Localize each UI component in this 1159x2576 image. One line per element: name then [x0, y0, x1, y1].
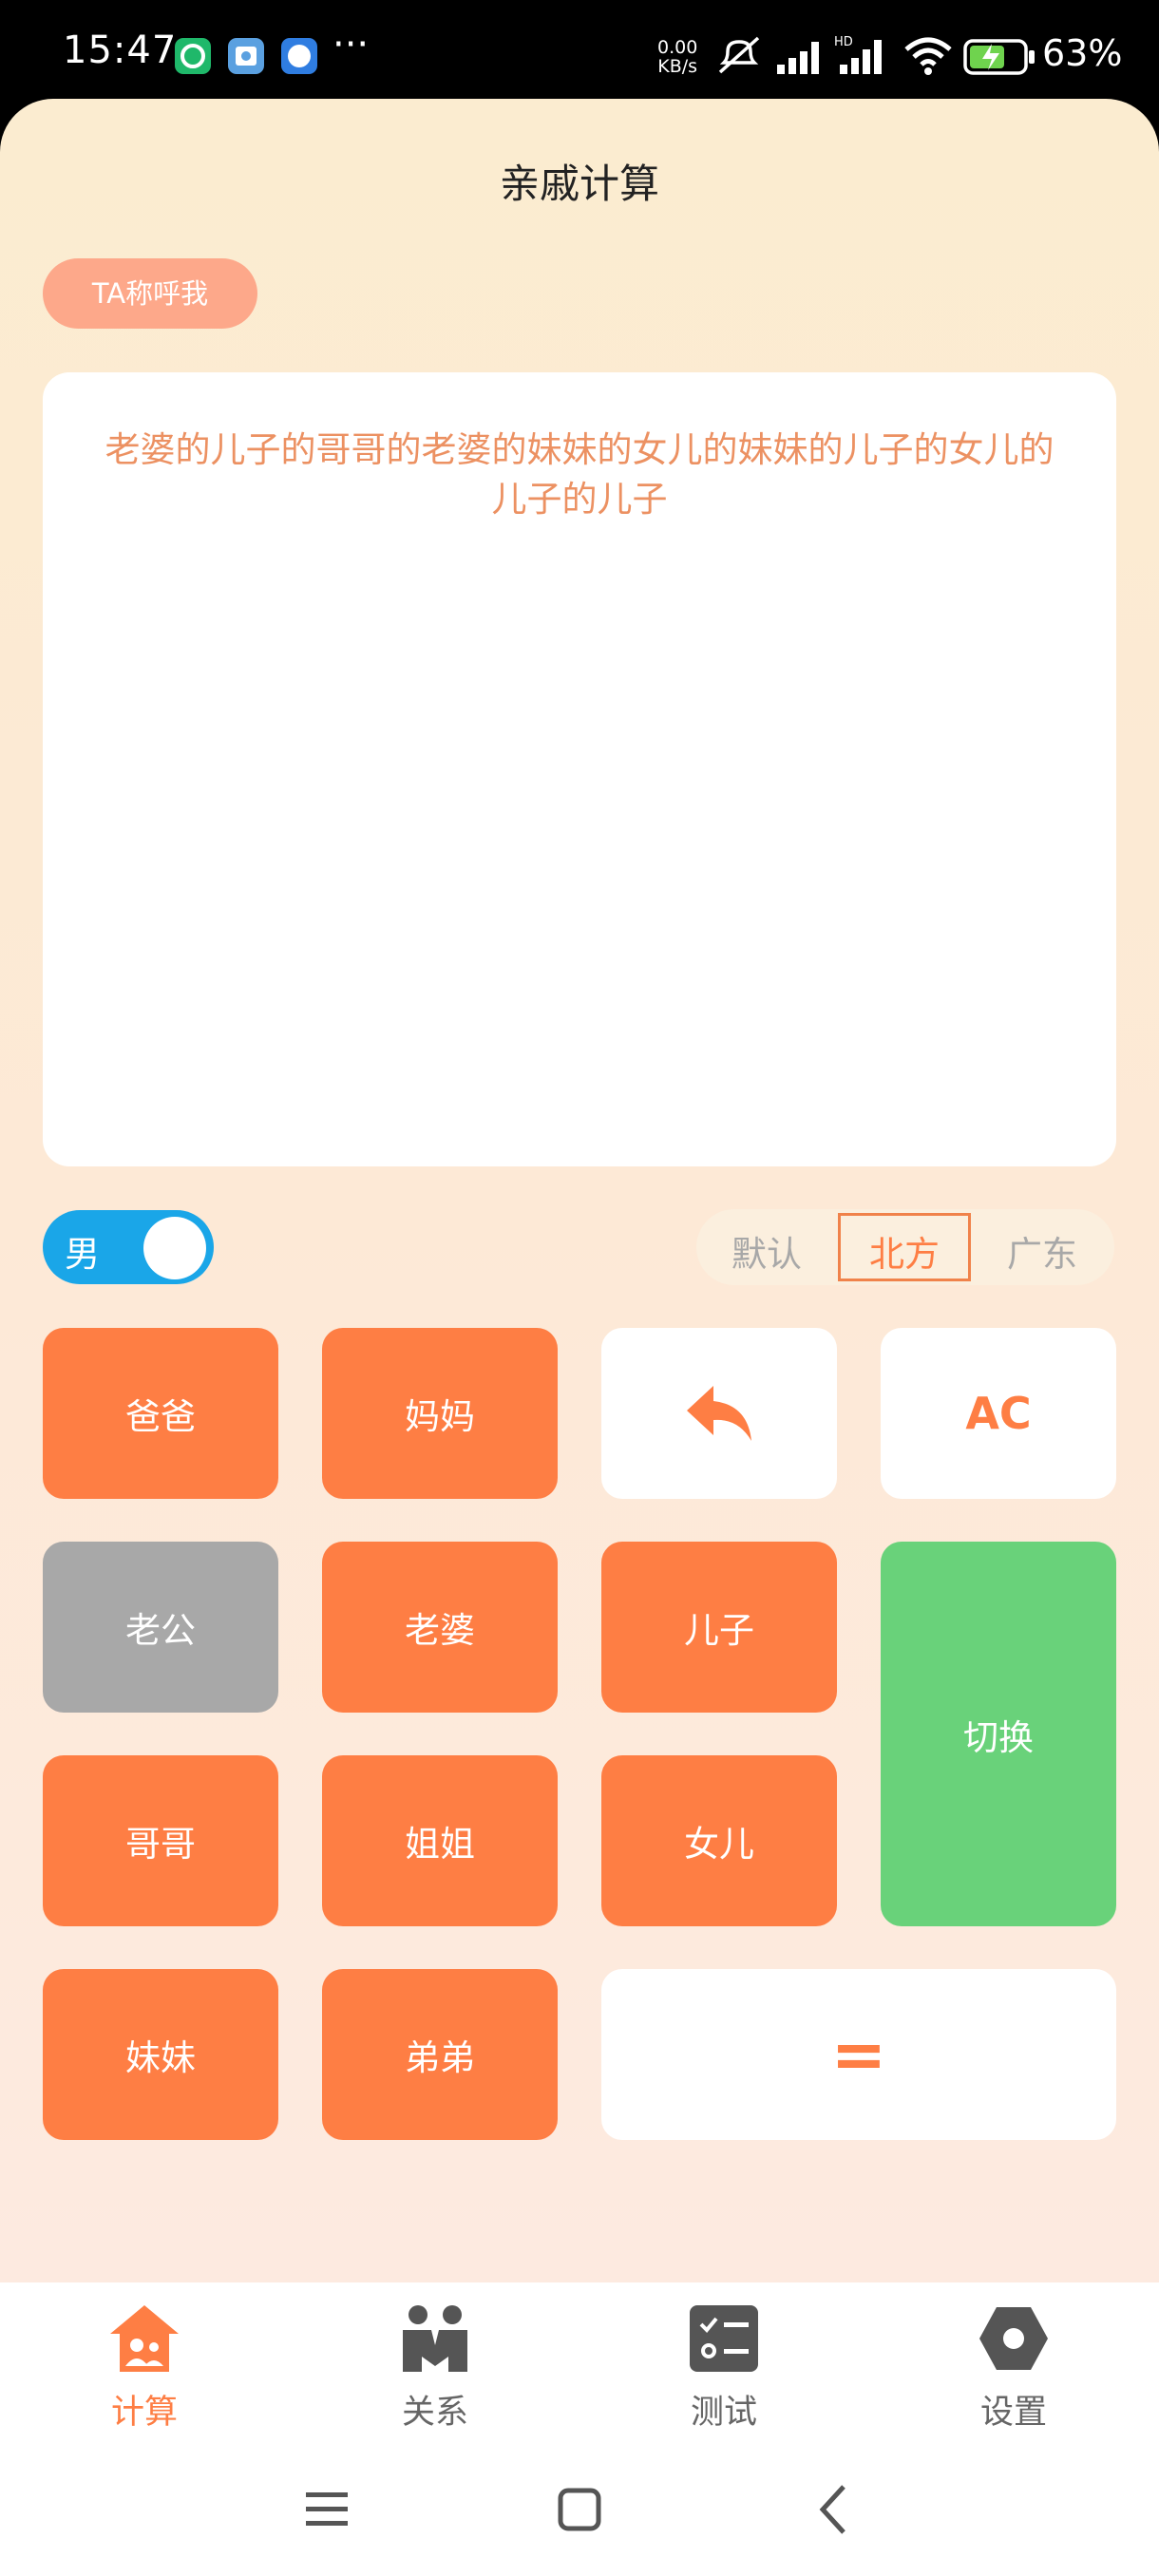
app-blue-icon	[228, 38, 264, 74]
mute-icon	[718, 36, 760, 74]
more-icon: ···	[332, 23, 370, 66]
nav-item-relations[interactable]: 关系	[359, 2303, 511, 2434]
switch-button[interactable]: 切换	[881, 1542, 1116, 1926]
status-bar: 15:47 ··· 0.00 KB/s HD 63%	[0, 0, 1159, 104]
toggle-knob	[143, 1217, 206, 1279]
equals-button[interactable]: =	[601, 1969, 1116, 2140]
key-son[interactable]: 儿子	[601, 1542, 837, 1713]
key-wife[interactable]: 老婆	[322, 1542, 558, 1713]
key-husband[interactable]: 老公	[43, 1542, 278, 1713]
net-speed: 0.00 KB/s	[657, 38, 697, 76]
key-younger-brother[interactable]: 弟弟	[322, 1969, 558, 2140]
dialect-option-default[interactable]: 默认	[705, 1225, 828, 1277]
backspace-button[interactable]	[601, 1328, 837, 1499]
key-younger-sister[interactable]: 妹妹	[43, 1969, 278, 2140]
svg-text:HD: HD	[834, 35, 853, 49]
battery-percent: 63%	[1042, 32, 1123, 74]
hexagon-settings-icon	[979, 2307, 1048, 2370]
key-older-sister[interactable]: 姐姐	[322, 1755, 558, 1926]
back-icon[interactable]	[813, 2483, 851, 2536]
relation-expression: 老婆的儿子的哥哥的老婆的妹妹的女儿的妹妹的儿子的女儿的儿子的儿子	[104, 429, 1054, 520]
clear-button[interactable]: AC	[881, 1328, 1116, 1499]
app-green-icon	[175, 38, 211, 74]
key-dad[interactable]: 爸爸	[43, 1328, 278, 1499]
net-speed-value: 0.00	[657, 37, 698, 58]
nav-item-settings[interactable]: 设置	[938, 2303, 1090, 2434]
status-time: 15:47	[63, 28, 178, 72]
dialect-option-north[interactable]: 北方	[843, 1225, 966, 1277]
app-compass-icon	[281, 38, 317, 74]
gender-label: 男	[65, 1234, 100, 1275]
nav-item-calculate[interactable]: 计算	[68, 2303, 220, 2434]
signal-icon	[777, 42, 819, 74]
nav-label-test: 测试	[690, 2394, 757, 2432]
menu-icon[interactable]	[304, 2489, 350, 2530]
nav-item-test[interactable]: 测试	[648, 2303, 800, 2434]
dialect-option-guangdong[interactable]: 广东	[980, 1225, 1104, 1277]
nav-label-calculate: 计算	[110, 2394, 178, 2432]
key-daughter[interactable]: 女儿	[601, 1755, 837, 1926]
nav-label-settings: 设置	[979, 2394, 1047, 2432]
key-mom[interactable]: 妈妈	[322, 1328, 558, 1499]
wifi-icon	[904, 37, 952, 75]
key-older-brother[interactable]: 哥哥	[43, 1755, 278, 1926]
nav-label-relations: 关系	[401, 2394, 468, 2432]
home-icon[interactable]	[557, 2487, 602, 2532]
home-family-icon	[110, 2305, 179, 2372]
hd-signal-icon: HD	[834, 35, 882, 74]
people-icon	[403, 2305, 467, 2372]
net-speed-unit: KB/s	[657, 56, 698, 77]
page-title: 亲戚计算	[499, 161, 659, 207]
battery-icon	[963, 39, 1035, 75]
reply-icon	[687, 1386, 751, 1441]
ta-calls-me-button[interactable]: TA称呼我	[43, 258, 257, 329]
checklist-icon	[690, 2305, 758, 2372]
